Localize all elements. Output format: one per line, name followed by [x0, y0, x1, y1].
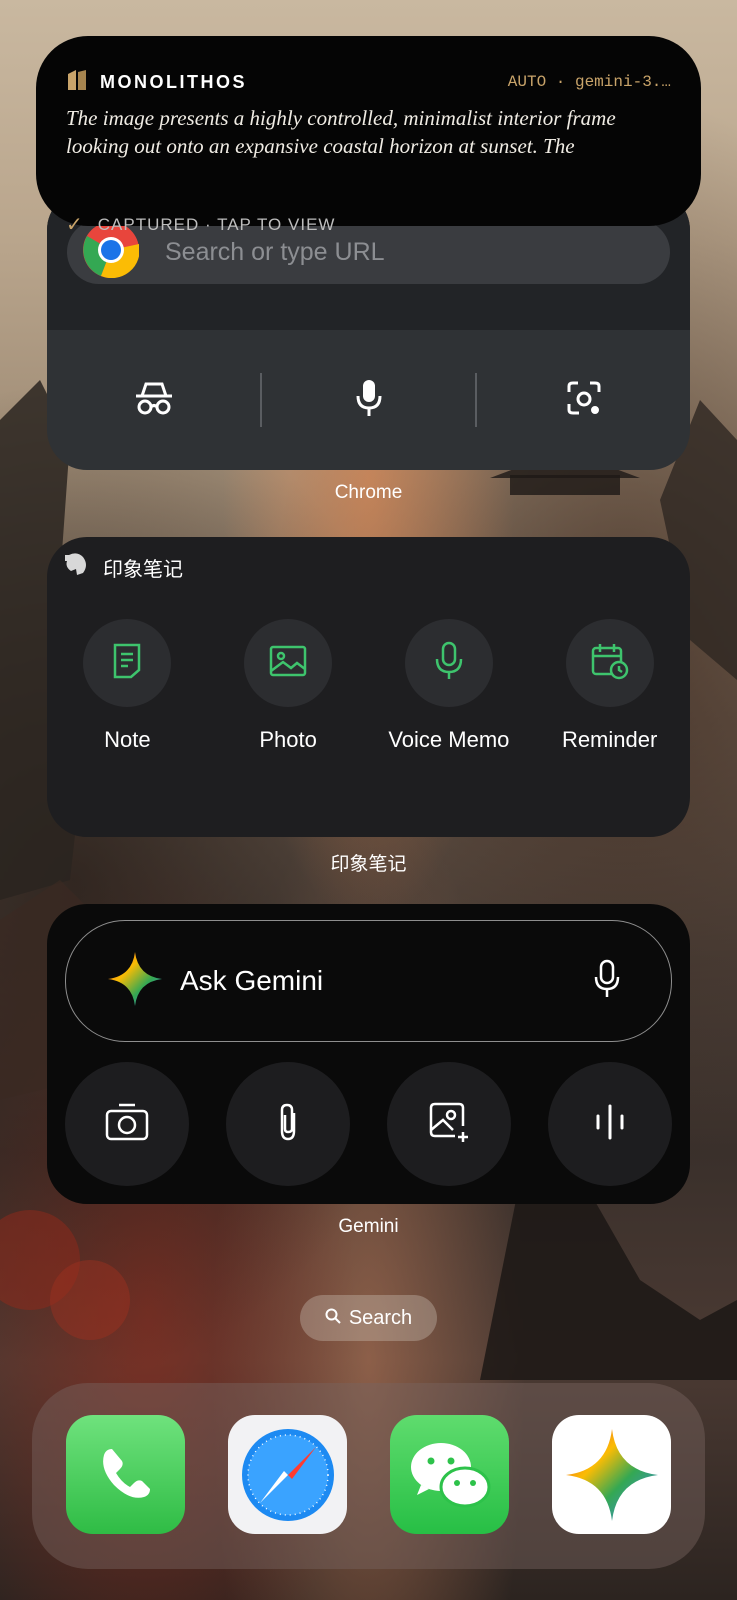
add-image-icon	[427, 1100, 471, 1149]
attach-icon	[274, 1101, 302, 1148]
evernote-reminder-label: Reminder	[561, 727, 658, 752]
wechat-app-icon[interactable]	[390, 1415, 509, 1534]
evernote-voice-memo-button[interactable]: Voice Memo	[369, 619, 530, 753]
incognito-icon	[134, 380, 174, 421]
chrome-search-placeholder: Search or type URL	[165, 237, 385, 266]
lens-icon	[565, 380, 603, 421]
evernote-widget: 印象笔记 Note Photo Voice Memo Reminder	[47, 537, 690, 837]
gemini-live-button[interactable]	[548, 1062, 672, 1186]
notification-status: CAPTURED · TAP TO VIEW	[97, 214, 336, 234]
chrome-incognito-button[interactable]	[47, 330, 260, 470]
ask-gemini-label: Ask Gemini	[180, 965, 324, 996]
voice-waveform-icon	[593, 1104, 627, 1145]
evernote-reminder-button[interactable]: Reminder	[529, 619, 690, 753]
search-icon	[325, 1307, 341, 1330]
notification-banner[interactable]: MONOLITHOS AUTO · gemini-3.… The image p…	[36, 36, 701, 236]
evernote-elephant-icon	[63, 551, 89, 583]
safari-app-icon[interactable]	[228, 1415, 347, 1534]
evernote-note-label: Note	[104, 727, 151, 752]
microphone-icon	[355, 378, 383, 423]
camera-icon	[105, 1102, 149, 1147]
microphone-icon[interactable]	[593, 959, 621, 1004]
evernote-widget-label: 印象笔记	[330, 854, 407, 875]
gemini-add-image-button[interactable]	[387, 1062, 511, 1186]
ask-gemini-bar[interactable]: Ask Gemini	[65, 920, 672, 1042]
photo-icon	[269, 645, 307, 682]
evernote-photo-label: Photo	[259, 727, 317, 752]
chrome-lens-button[interactable]	[477, 330, 690, 470]
reminder-icon	[591, 642, 629, 685]
home-search-button[interactable]: Search	[300, 1295, 437, 1341]
gemini-widget-label: Gemini	[338, 1216, 399, 1237]
evernote-voice-memo-label: Voice Memo	[388, 727, 510, 752]
evernote-photo-button[interactable]: Photo	[208, 619, 369, 753]
gemini-sparkle-icon	[108, 951, 162, 1011]
gemini-app-icon[interactable]	[552, 1415, 671, 1534]
evernote-widget-title: 印象笔记	[103, 558, 183, 581]
gemini-camera-button[interactable]	[65, 1062, 189, 1186]
checkmark-icon: ✓	[66, 214, 84, 236]
notification-meta: AUTO · gemini-3.…	[507, 73, 671, 91]
search-label: Search	[348, 1306, 413, 1329]
gemini-attach-button[interactable]	[226, 1062, 350, 1186]
chrome-widget-label: Chrome	[334, 482, 403, 503]
monolithos-app-icon	[66, 68, 88, 97]
phone-app-icon[interactable]	[66, 1415, 185, 1534]
chrome-voice-search-button[interactable]	[262, 330, 475, 470]
dock	[32, 1383, 705, 1569]
notification-app-name: MONOLITHOS	[100, 71, 247, 92]
microphone-icon	[434, 641, 464, 686]
note-icon	[112, 642, 142, 685]
notification-body: The image presents a highly controlled, …	[66, 106, 616, 158]
evernote-note-button[interactable]: Note	[47, 619, 208, 753]
gemini-widget: Ask Gemini	[47, 904, 690, 1204]
